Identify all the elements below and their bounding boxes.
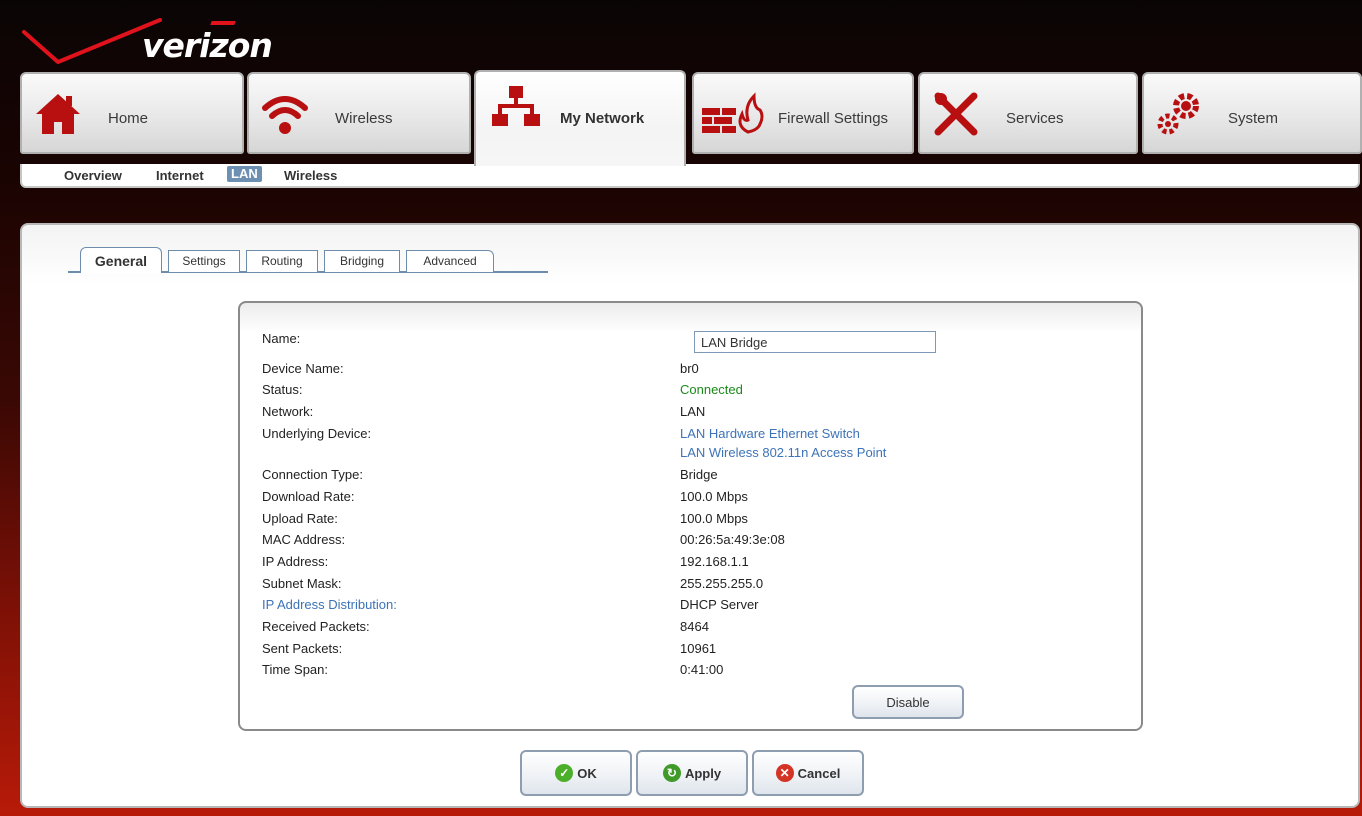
cancel-button-label: Cancel <box>797 765 841 781</box>
subnav-item-overview[interactable]: Overview <box>64 168 122 183</box>
download-rate-label: Download Rate: <box>262 489 355 504</box>
download-rate-value: 100.0 Mbps <box>680 489 748 504</box>
sent-packets-label: Sent Packets: <box>262 641 343 656</box>
nav-tab-my-network-label: My Network <box>560 110 645 127</box>
ip-address-distribution-link[interactable]: IP Address Distribution: <box>262 597 397 612</box>
received-packets-value: 8464 <box>680 619 709 634</box>
wifi-icon <box>262 96 308 134</box>
subnav: Overview Internet LAN Wireless <box>20 164 1360 188</box>
check-icon: ✓ <box>555 764 574 782</box>
nav-tab-services[interactable]: Services <box>918 72 1138 154</box>
home-icon <box>36 94 80 134</box>
connection-details-box: Name: Device Name: br0 Status: Connected… <box>238 301 1143 731</box>
ip-address-label: IP Address: <box>262 554 329 569</box>
upload-rate-value: 100.0 Mbps <box>680 511 748 526</box>
name-label: Name: <box>262 331 301 346</box>
subtab-routing[interactable]: Routing <box>246 250 318 272</box>
nav-tab-wireless-label: Wireless <box>335 110 393 127</box>
mac-address-label: MAC Address: <box>262 532 346 547</box>
time-span-label: Time Span: <box>262 662 328 677</box>
nav-tab-system[interactable]: System <box>1142 72 1362 154</box>
connection-type-value: Bridge <box>680 467 718 482</box>
network-value: LAN <box>680 404 706 419</box>
subnet-mask-value: 255.255.255.0 <box>680 576 764 591</box>
subnet-mask-label: Subnet Mask: <box>262 576 342 591</box>
nav-tab-home[interactable]: Home <box>20 72 244 154</box>
apply-icon: ↻ <box>662 764 681 782</box>
underlying-device-link-switch[interactable]: LAN Hardware Ethernet Switch <box>680 426 860 441</box>
nav-tab-home-label: Home <box>108 110 149 127</box>
apply-button-label: Apply <box>684 765 722 781</box>
sent-packets-value: 10961 <box>680 641 717 656</box>
subtab-settings[interactable]: Settings <box>168 250 240 272</box>
nav-tab-firewall-settings[interactable]: Firewall Settings <box>692 72 914 154</box>
tools-icon <box>934 92 978 136</box>
nav-tab-firewall-label: Firewall Settings <box>778 110 889 127</box>
received-packets-label: Received Packets: <box>262 619 370 634</box>
network-icon <box>492 86 540 126</box>
upload-rate-label: Upload Rate: <box>262 511 338 526</box>
disable-button[interactable]: Disable <box>852 685 964 719</box>
name-input[interactable] <box>694 331 936 353</box>
verizon-check-logo <box>22 18 162 64</box>
apply-button[interactable]: ↻ Apply <box>636 750 748 796</box>
subnav-item-wireless[interactable]: Wireless <box>284 168 337 183</box>
subtab-general[interactable]: General <box>80 247 162 273</box>
subtab-bridging[interactable]: Bridging <box>324 250 400 272</box>
time-span-value: 0:41:00 <box>680 662 724 677</box>
nav-tab-system-label: System <box>1228 110 1279 127</box>
nav-tab-services-label: Services <box>1006 110 1064 127</box>
device-name-label: Device Name: <box>262 361 344 376</box>
main-nav: Home Wireless My Network Firewall Settin… <box>20 70 1362 166</box>
close-icon: ✕ <box>775 764 794 782</box>
connection-type-label: Connection Type: <box>262 467 363 482</box>
gears-icon <box>1157 93 1199 135</box>
header: verizon <box>0 0 1362 70</box>
nav-tab-wireless[interactable]: Wireless <box>247 72 471 154</box>
device-name-value: br0 <box>680 361 699 376</box>
underlying-device-link-access-point[interactable]: LAN Wireless 802.11n Access Point <box>680 445 886 460</box>
subnav-item-internet[interactable]: Internet <box>156 168 204 183</box>
verizon-logo-text: verizon <box>142 26 273 65</box>
nav-tab-my-network[interactable]: My Network <box>474 70 686 166</box>
ok-button[interactable]: ✓ OK <box>520 750 632 796</box>
cancel-button[interactable]: ✕ Cancel <box>752 750 864 796</box>
subnav-item-lan[interactable]: LAN <box>227 166 262 182</box>
ok-button-label: OK <box>577 765 597 781</box>
ip-address-distribution-value: DHCP Server <box>680 597 759 612</box>
network-label: Network: <box>262 404 314 419</box>
firewall-icon <box>702 92 764 134</box>
mac-address-value: 00:26:5a:49:3e:08 <box>680 532 785 547</box>
status-value: Connected <box>680 382 743 397</box>
ip-address-value: 192.168.1.1 <box>680 554 749 569</box>
subtab-advanced[interactable]: Advanced <box>406 250 494 272</box>
status-label: Status: <box>262 382 303 397</box>
content-panel: General Settings Routing Bridging Advanc… <box>20 223 1360 808</box>
disable-button-label: Disable <box>886 694 930 710</box>
underlying-device-label: Underlying Device: <box>262 426 372 441</box>
